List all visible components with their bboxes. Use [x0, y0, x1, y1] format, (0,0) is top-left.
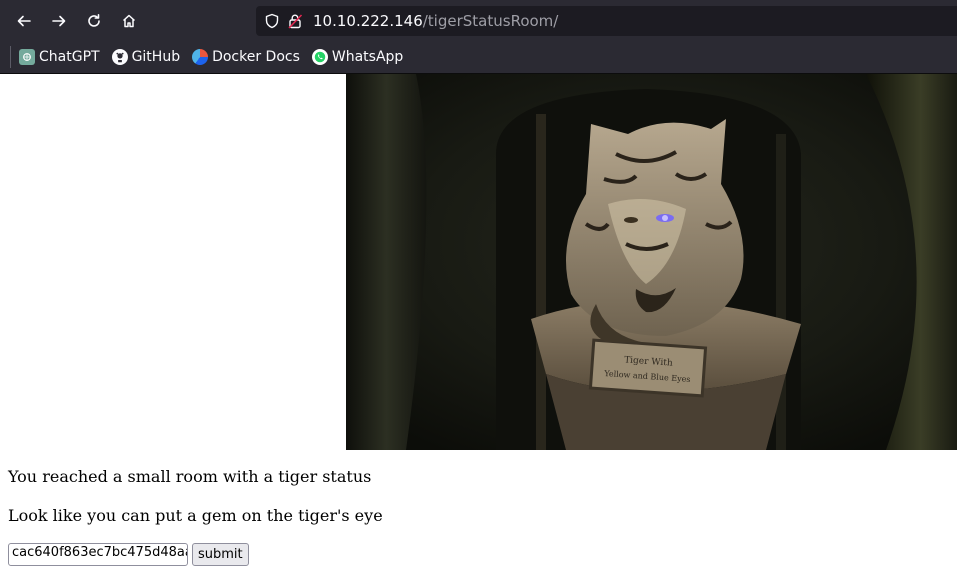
reload-icon — [88, 13, 100, 27]
forward-arrow-icon — [52, 15, 66, 26]
gem-hint: Look like you can put a gem on the tiger… — [8, 506, 383, 525]
submit-button[interactable]: submit — [192, 543, 249, 566]
bookmark-label: GitHub — [131, 49, 181, 65]
back-button[interactable] — [10, 7, 38, 35]
bookmark-label: Docker Docs — [212, 49, 300, 65]
page-content: Tiger With Yellow and Blue Eyes You reac… — [0, 74, 957, 572]
reload-button[interactable] — [80, 7, 108, 35]
bookmark-github[interactable]: GitHub — [111, 49, 181, 65]
chatgpt-icon — [19, 49, 35, 65]
bookmark-whatsapp[interactable]: WhatsApp — [311, 49, 404, 65]
insecure-lock-icon[interactable] — [287, 13, 303, 29]
tracking-shield-icon[interactable] — [264, 13, 280, 29]
docker-icon — [192, 49, 209, 65]
github-icon — [111, 49, 128, 65]
tiger-statue-image: Tiger With Yellow and Blue Eyes — [346, 74, 957, 450]
whatsapp-icon — [311, 49, 328, 65]
bookmark-label: ChatGPT — [39, 49, 100, 65]
url-text[interactable]: 10.10.222.146/tigerStatusRoom/ — [313, 12, 558, 30]
bookmarks-separator — [10, 46, 11, 68]
bookmark-docker-docs[interactable]: Docker Docs — [192, 49, 300, 65]
url-path: /tigerStatusRoom/ — [422, 12, 559, 30]
room-description: You reached a small room with a tiger st… — [8, 467, 372, 486]
home-button[interactable] — [115, 7, 143, 35]
tiger-statue-illustration: Tiger With Yellow and Blue Eyes — [346, 74, 957, 450]
forward-button[interactable] — [45, 7, 73, 35]
bookmark-label: WhatsApp — [331, 49, 404, 65]
home-icon — [122, 14, 136, 27]
address-bar[interactable]: 10.10.222.146/tigerStatusRoom/ — [256, 6, 957, 36]
gem-form: cac640f863ec7bc475d48aa} submit — [8, 543, 249, 566]
gem-input[interactable]: cac640f863ec7bc475d48aa} — [8, 543, 188, 566]
bookmark-chatgpt[interactable]: ChatGPT — [19, 49, 100, 65]
browser-toolbar: 10.10.222.146/tigerStatusRoom/ — [0, 0, 957, 41]
url-host: 10.10.222.146 — [313, 12, 423, 30]
bookmarks-bar: ChatGPT GitHub Docker Docs WhatsApp — [0, 41, 957, 74]
back-arrow-icon — [17, 15, 31, 26]
